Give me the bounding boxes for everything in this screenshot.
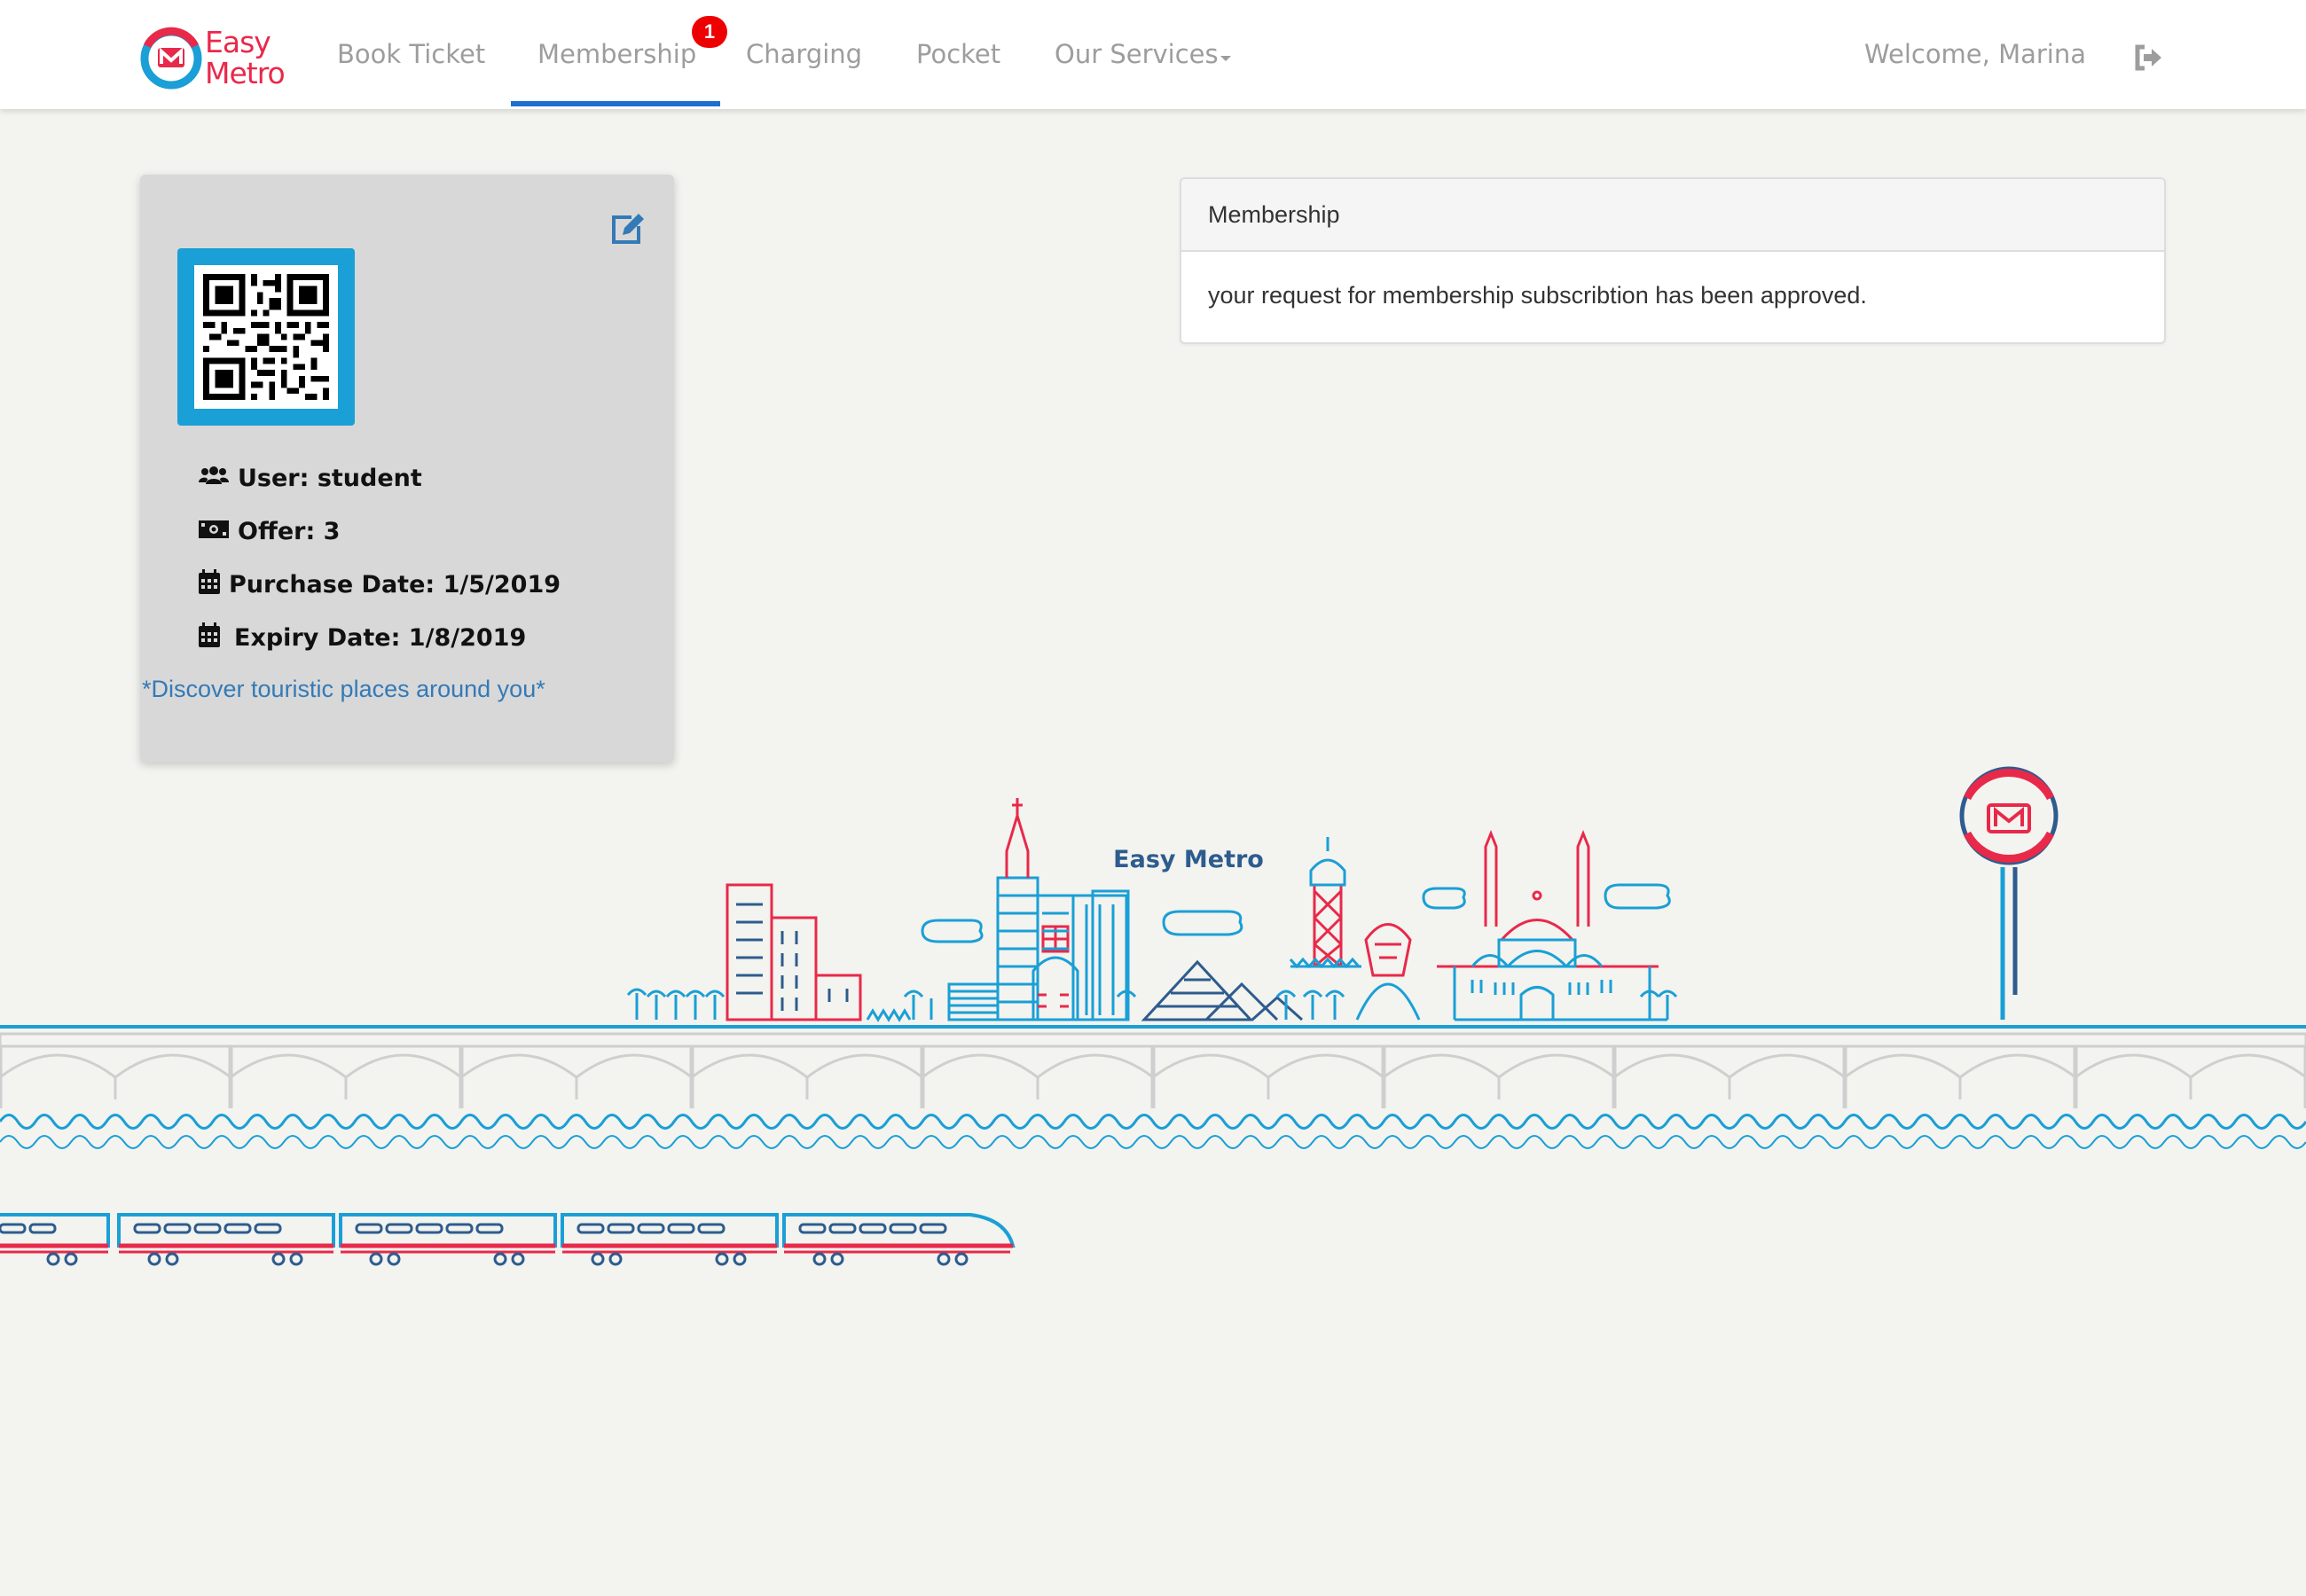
qr-code-icon	[203, 274, 329, 400]
panel-message: your request for membership subscribtion…	[1208, 282, 1867, 309]
calendar-icon	[199, 568, 220, 600]
metro-station-sign-icon	[1959, 766, 2059, 1020]
membership-card: User: student Offer: 3 Purchase Date: 1/…	[140, 175, 674, 763]
expiry-date-row: Expiry Date: 1/8/2019	[199, 620, 526, 655]
qr-code-frame	[177, 248, 355, 426]
edit-icon[interactable]	[610, 212, 646, 246]
purchase-date-label: Purchase Date: 1/5/2019	[229, 570, 561, 598]
offer-row: Offer: 3	[199, 513, 340, 549]
nav-our-services[interactable]: Our Services	[1055, 39, 1219, 69]
offer-label: Offer: 3	[238, 517, 341, 545]
sign-out-icon[interactable]	[2134, 44, 2164, 71]
nav-pocket[interactable]: Pocket	[916, 39, 1000, 69]
purchase-date-row: Purchase Date: 1/5/2019	[199, 567, 561, 602]
logo-line-2: Metro	[205, 56, 286, 90]
logo-wordmark: Easy Metro	[205, 25, 286, 90]
user-row: User: student	[199, 460, 422, 496]
calendar-icon	[199, 622, 220, 653]
metro-train-icon	[0, 1213, 1016, 1266]
nav-book-ticket[interactable]: Book Ticket	[337, 39, 485, 69]
welcome-user[interactable]: Welcome, Marina	[1864, 39, 2086, 69]
discover-places-link[interactable]: *Discover touristic places around you*	[142, 676, 545, 703]
nav-membership[interactable]: Membership	[537, 39, 696, 69]
top-navbar: Easy Metro Book Ticket Membership 1 Char…	[0, 0, 2306, 109]
users-icon	[199, 465, 229, 492]
metro-logo-icon	[140, 27, 202, 90]
money-bill-icon	[199, 518, 229, 545]
illustration-caption: Easy Metro	[1113, 846, 1264, 873]
nav-charging[interactable]: Charging	[746, 39, 862, 69]
active-tab-indicator	[511, 101, 720, 106]
palm-trees-icon	[626, 988, 726, 1020]
logo-line-1: Easy	[205, 25, 271, 59]
expiry-date-label: Expiry Date: 1/8/2019	[234, 623, 527, 652]
qr-code	[194, 265, 338, 409]
dropdown-caret-icon[interactable]	[1220, 56, 1231, 61]
user-label: User: student	[238, 464, 422, 492]
easy-metro-logo[interactable]: Easy Metro	[140, 25, 291, 92]
panel-heading: Membership	[1181, 179, 2164, 252]
membership-notification-panel: Membership your request for membership s…	[1180, 177, 2166, 344]
city-skyline-illustration: Easy Metro	[0, 766, 2306, 1266]
notification-badge: 1	[692, 16, 727, 48]
